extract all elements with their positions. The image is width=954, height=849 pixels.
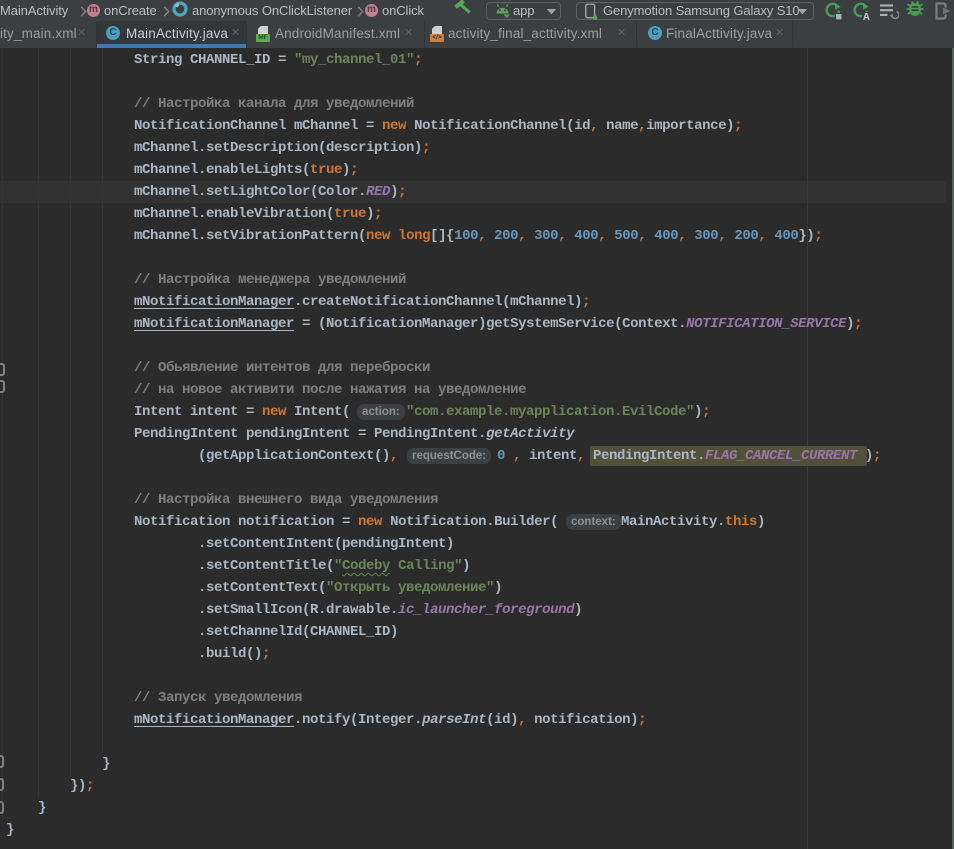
svg-text:A: A	[863, 12, 870, 21]
